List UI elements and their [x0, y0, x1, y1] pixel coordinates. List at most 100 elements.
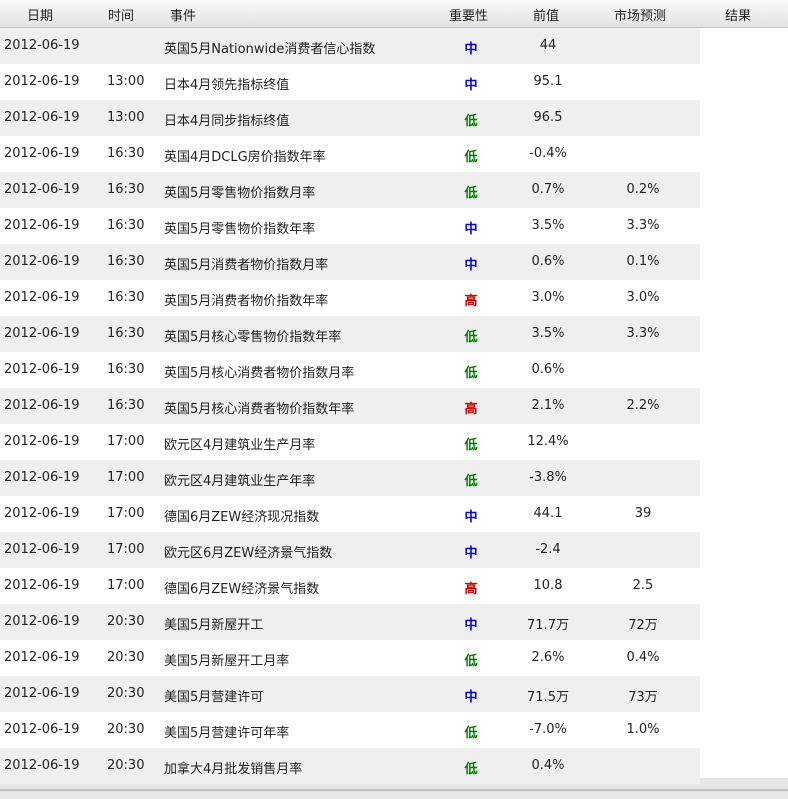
row-forecast-value: 73万 [628, 690, 658, 705]
table-row[interactable]: 2012-06-19 17:00 欧元区4月建筑业生产年率 低 -3.8% [0, 460, 700, 496]
row-importance-badge: 中 [464, 42, 478, 57]
row-date: 2012-06-19 [4, 650, 80, 665]
row-event[interactable]: 欧元区4月建筑业生产月率 [164, 434, 315, 453]
header-importance[interactable]: 重要性 [449, 5, 488, 24]
row-event[interactable]: 英国5月零售物价指数年率 [164, 218, 315, 237]
row-forecast-value: 3.0% [626, 290, 660, 305]
row-event[interactable]: 德国6月ZEW经济景气指数 [164, 578, 319, 597]
row-forecast-value: 3.3% [626, 326, 660, 341]
table-header: 日期 时间 事件 重要性 前值 市场预测 结果 [0, 0, 788, 28]
row-importance-badge: 中 [464, 258, 478, 273]
row-forecast-value: 1.0% [626, 722, 660, 737]
row-time: 17:00 [107, 578, 145, 593]
row-date: 2012-06-19 [4, 686, 80, 701]
row-time: 16:30 [107, 254, 145, 269]
table-row[interactable]: 2012-06-19 20:30 美国5月营建许可 中 71.5万 73万 [0, 676, 700, 712]
row-previous-value: 0.4% [531, 758, 565, 773]
row-importance-badge: 高 [464, 582, 478, 597]
row-date: 2012-06-19 [4, 74, 80, 89]
table-row[interactable]: 2012-06-19 16:30 英国5月核心消费者物价指数月率 低 0.6% [0, 352, 700, 388]
row-importance-badge: 低 [464, 330, 478, 345]
row-event[interactable]: 美国5月营建许可年率 [164, 722, 289, 741]
table-row[interactable]: 2012-06-19 13:00 日本4月同步指标终值 低 96.5 [0, 100, 700, 136]
row-time: 20:30 [107, 758, 145, 773]
row-previous-value: -2.4 [535, 542, 561, 557]
header-date[interactable]: 日期 [27, 5, 53, 24]
table-row[interactable]: 2012-06-19 16:30 英国5月核心消费者物价指数年率 高 2.1% 2.2% [0, 388, 700, 424]
row-time: 16:30 [107, 290, 145, 305]
table-row[interactable]: 2012-06-19 16:30 英国5月消费者物价指数年率 高 3.0% 3.0% [0, 280, 700, 316]
row-event[interactable]: 英国4月DCLG房价指数年率 [164, 146, 326, 165]
row-previous-value: 10.8 [533, 578, 563, 593]
row-event[interactable]: 英国5月核心零售物价指数年率 [164, 326, 341, 345]
row-event[interactable]: 欧元区6月ZEW经济景气指数 [164, 542, 332, 561]
row-importance-badge: 中 [464, 546, 478, 561]
row-previous-value: -3.8% [529, 470, 567, 485]
row-event[interactable]: 日本4月领先指标终值 [164, 74, 289, 93]
row-event[interactable]: 欧元区4月建筑业生产年率 [164, 470, 315, 489]
row-date: 2012-06-19 [4, 542, 80, 557]
row-event[interactable]: 英国5月零售物价指数月率 [164, 182, 315, 201]
row-previous-value: 3.5% [531, 218, 565, 233]
row-event[interactable]: 英国5月消费者物价指数年率 [164, 290, 328, 309]
header-forecast[interactable]: 市场预测 [614, 5, 666, 24]
row-time: 17:00 [107, 434, 145, 449]
result-column-background [700, 28, 788, 778]
row-time: 16:30 [107, 398, 145, 413]
header-event[interactable]: 事件 [170, 5, 196, 24]
table-bottom-border [0, 789, 788, 791]
row-time: 17:00 [107, 542, 145, 557]
row-event[interactable]: 德国6月ZEW经济现况指数 [164, 506, 319, 525]
row-event[interactable]: 英国5月Nationwide消费者信心指数 [164, 38, 375, 57]
row-event[interactable]: 美国5月新屋开工 [164, 614, 263, 633]
row-event[interactable]: 英国5月核心消费者物价指数月率 [164, 362, 354, 381]
row-date: 2012-06-19 [4, 110, 80, 125]
row-date: 2012-06-19 [4, 146, 80, 161]
row-previous-value: 3.0% [531, 290, 565, 305]
table-row[interactable]: 2012-06-19 17:00 德国6月ZEW经济景气指数 高 10.8 2.5 [0, 568, 700, 604]
header-previous[interactable]: 前值 [533, 5, 559, 24]
table-row[interactable]: 2012-06-19 17:00 欧元区4月建筑业生产月率 低 12.4% [0, 424, 700, 460]
row-importance-badge: 中 [464, 510, 478, 525]
row-importance-badge: 低 [464, 726, 478, 741]
row-time: 20:30 [107, 614, 145, 629]
row-date: 2012-06-19 [4, 470, 80, 485]
row-previous-value: 71.7万 [527, 618, 569, 633]
row-event[interactable]: 英国5月核心消费者物价指数年率 [164, 398, 354, 417]
table-row[interactable]: 2012-06-19 13:00 日本4月领先指标终值 中 95.1 [0, 64, 700, 100]
table-row[interactable]: 2012-06-19 20:30 加拿大4月批发销售月率 低 0.4% [0, 748, 700, 784]
row-importance-badge: 低 [464, 150, 478, 165]
row-date: 2012-06-19 [4, 326, 80, 341]
row-importance-badge: 低 [464, 438, 478, 453]
header-result[interactable]: 结果 [725, 5, 751, 24]
row-importance-badge: 低 [464, 114, 478, 129]
row-event[interactable]: 美国5月营建许可 [164, 686, 263, 705]
row-previous-value: 12.4% [527, 434, 569, 449]
row-date: 2012-06-19 [4, 578, 80, 593]
table-row[interactable]: 2012-06-19 20:30 美国5月新屋开工月率 低 2.6% 0.4% [0, 640, 700, 676]
row-event[interactable]: 英国5月消费者物价指数月率 [164, 254, 328, 273]
table-row[interactable]: 2012-06-19 20:30 美国5月新屋开工 中 71.7万 72万 [0, 604, 700, 640]
row-forecast-value: 3.3% [626, 218, 660, 233]
table-row[interactable]: 2012-06-19 17:00 德国6月ZEW经济现况指数 中 44.1 39 [0, 496, 700, 532]
table-row[interactable]: 2012-06-19 20:30 美国5月营建许可年率 低 -7.0% 1.0% [0, 712, 700, 748]
table-row[interactable]: 2012-06-19 英国5月Nationwide消费者信心指数 中 44 [0, 28, 700, 64]
row-event[interactable]: 日本4月同步指标终值 [164, 110, 289, 129]
row-previous-value: 44 [539, 38, 557, 53]
row-importance-badge: 低 [464, 474, 478, 489]
row-importance-badge: 高 [464, 294, 478, 309]
table-row[interactable]: 2012-06-19 16:30 英国5月零售物价指数年率 中 3.5% 3.3% [0, 208, 700, 244]
row-previous-value: -0.4% [529, 146, 567, 161]
row-importance-badge: 低 [464, 762, 478, 777]
table-row[interactable]: 2012-06-19 16:30 英国5月消费者物价指数月率 中 0.6% 0.1% [0, 244, 700, 280]
table-row[interactable]: 2012-06-19 16:30 英国5月核心零售物价指数年率 低 3.5% 3.3% [0, 316, 700, 352]
row-time: 20:30 [107, 686, 145, 701]
table-row[interactable]: 2012-06-19 16:30 英国4月DCLG房价指数年率 低 -0.4% [0, 136, 700, 172]
row-event[interactable]: 加拿大4月批发销售月率 [164, 758, 302, 777]
row-event[interactable]: 美国5月新屋开工月率 [164, 650, 289, 669]
row-time: 16:30 [107, 362, 145, 377]
header-time[interactable]: 时间 [108, 5, 134, 24]
table-row[interactable]: 2012-06-19 16:30 英国5月零售物价指数月率 低 0.7% 0.2% [0, 172, 700, 208]
table-row[interactable]: 2012-06-19 17:00 欧元区6月ZEW经济景气指数 中 -2.4 [0, 532, 700, 568]
row-forecast-value: 2.5 [632, 578, 654, 593]
